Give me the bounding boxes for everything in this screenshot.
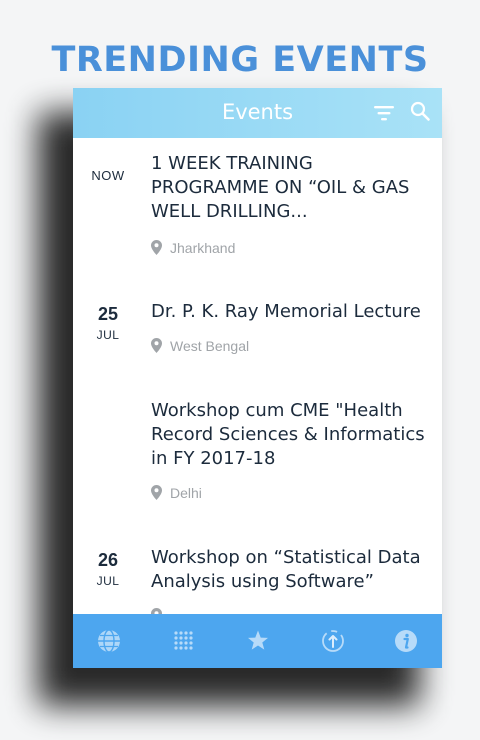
- event-date: NOW: [73, 168, 143, 183]
- event-title[interactable]: 1 WEEK TRAINING PROGRAMME ON “OIL & GAS …: [151, 152, 431, 224]
- event-date-day: 26: [97, 550, 119, 570]
- event-title[interactable]: Workshop on “Statistical Data Analysis u…: [151, 546, 431, 594]
- event-list[interactable]: NOW 1 WEEK TRAINING PROGRAMME ON “OIL & …: [73, 138, 442, 614]
- location-pin-icon: [151, 338, 162, 353]
- event-date: 26 JUL: [73, 550, 143, 588]
- dots-grid-icon[interactable]: [170, 627, 198, 655]
- event-title[interactable]: Dr. P. K. Ray Memorial Lecture: [151, 300, 431, 324]
- bottom-tab-bar: [73, 614, 442, 668]
- event-date: 25 JUL: [73, 304, 143, 342]
- page-headline: TRENDING EVENTS: [51, 40, 429, 80]
- app-bar: Events: [73, 88, 442, 138]
- event-date-day: 25: [97, 304, 119, 324]
- event-date-month: JUL: [96, 328, 120, 342]
- globe-icon[interactable]: [95, 627, 123, 655]
- event-location-text: Jharkhand: [170, 240, 236, 256]
- clock-arrow-icon[interactable]: [319, 627, 347, 655]
- info-icon[interactable]: [392, 627, 420, 655]
- location-pin-icon: [151, 240, 162, 255]
- event-title[interactable]: Workshop cum CME "Health Record Sciences…: [151, 399, 431, 471]
- event-location: West Bengal: [151, 338, 249, 354]
- event-location-text: West Bengal: [170, 338, 250, 354]
- filter-icon[interactable]: [373, 103, 395, 123]
- search-icon[interactable]: [409, 100, 431, 122]
- event-date-label: NOW: [91, 168, 125, 183]
- event-location: Jharkhand: [151, 240, 235, 256]
- event-date-month: JUL: [96, 574, 120, 588]
- event-location: Delhi: [151, 485, 202, 501]
- phone-screen: Events NOW 1 WEEK TRAINING PROGRAMME ON …: [73, 88, 442, 668]
- event-location-text: Delhi: [170, 485, 202, 501]
- location-pin-icon: [151, 485, 162, 500]
- star-icon[interactable]: [244, 627, 272, 655]
